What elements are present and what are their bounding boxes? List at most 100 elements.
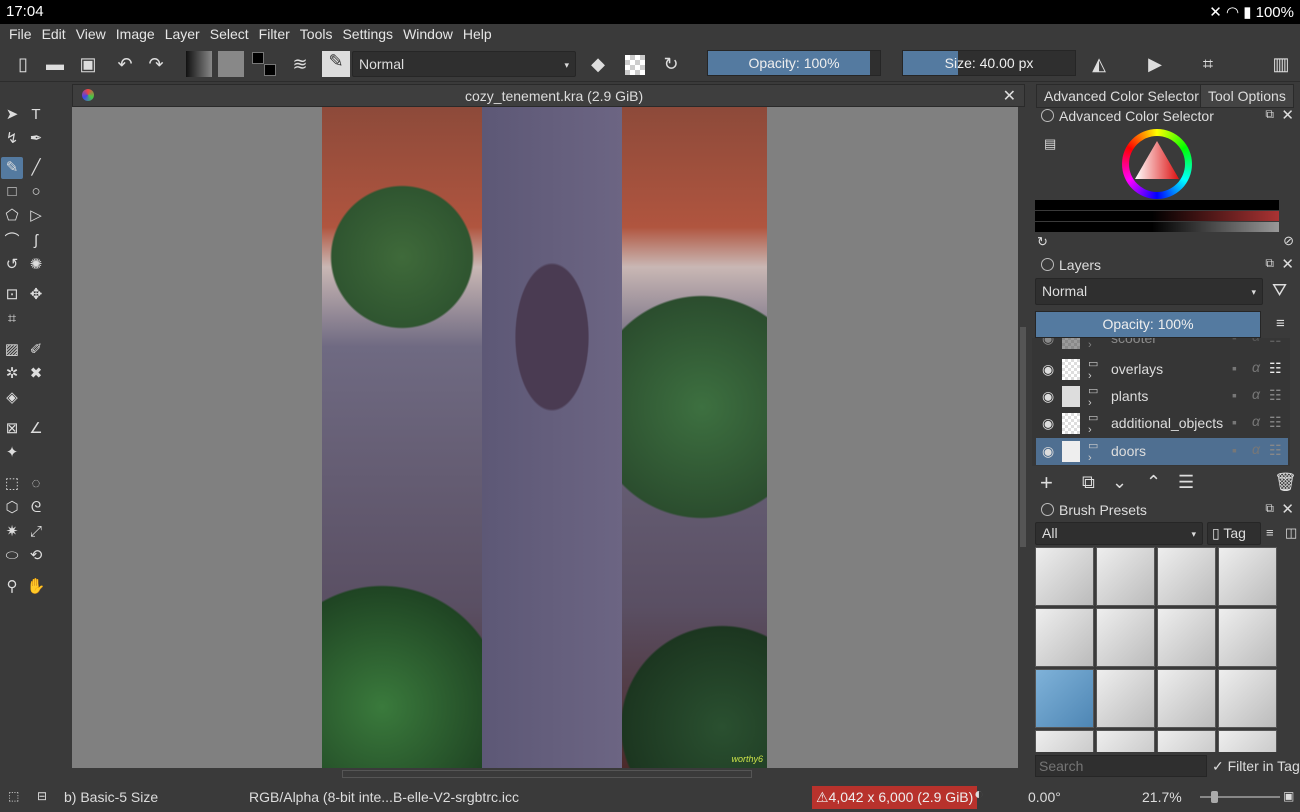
float-icon[interactable]: ⧉ xyxy=(1265,256,1274,271)
background-color[interactable] xyxy=(264,64,276,76)
brush-preset-selected[interactable] xyxy=(1035,669,1094,728)
text-tool-icon[interactable]: T xyxy=(25,104,47,126)
brush-preset-button[interactable]: ✎ xyxy=(322,51,350,77)
tab-advanced-color-selector[interactable]: Advanced Color Selector xyxy=(1036,84,1207,108)
brush-preset[interactable] xyxy=(1035,547,1094,606)
close-document-icon[interactable]: ✕ xyxy=(1003,86,1016,106)
brush-preset[interactable] xyxy=(1218,730,1277,752)
brush-search-input[interactable] xyxy=(1035,755,1207,777)
filter-icon[interactable]: ⛛ xyxy=(1272,280,1287,301)
pan-tool-icon[interactable]: ✋ xyxy=(25,576,47,598)
menu-filter[interactable]: Filter xyxy=(254,24,295,46)
ellipse-select-icon[interactable]: ◌ xyxy=(25,473,47,495)
refresh-icon[interactable]: ↻ xyxy=(1037,234,1048,250)
rotation-dial-icon[interactable]: ◐ xyxy=(974,786,984,804)
pattern-selector[interactable] xyxy=(218,51,244,77)
polygon-select-icon[interactable]: ⬡ xyxy=(1,497,23,519)
ellipse-tool-icon[interactable]: ○ xyxy=(25,181,47,203)
wrap-icon[interactable]: ⊟ xyxy=(37,789,47,803)
brush-settings-icon[interactable]: ≋ xyxy=(289,53,311,75)
menu-help[interactable]: Help xyxy=(458,24,497,46)
brush-preset[interactable] xyxy=(1218,608,1277,667)
menu-select[interactable]: Select xyxy=(205,24,254,46)
layer-row[interactable]: ◉ ▭ › doors ▪ α ☷ xyxy=(1036,438,1288,465)
foreground-color[interactable] xyxy=(252,52,264,64)
eye-icon[interactable]: ◉ xyxy=(1042,388,1054,405)
contiguous-select-icon[interactable]: ✷ xyxy=(1,521,23,543)
color-bar[interactable] xyxy=(1035,211,1279,221)
reload-preset-icon[interactable]: ↻ xyxy=(660,53,682,75)
brush-preset[interactable] xyxy=(1157,547,1216,606)
layer-properties-icon[interactable]: ☰ xyxy=(1178,472,1194,493)
size-slider[interactable]: Size: 40.00 px xyxy=(902,50,1076,76)
canvas-area[interactable]: worthy6 xyxy=(72,107,1018,768)
alpha-icon[interactable]: α xyxy=(1252,413,1260,429)
eye-icon[interactable]: ◉ xyxy=(1042,415,1054,432)
settings-icon[interactable]: ▤ xyxy=(1044,136,1056,152)
lock-icon[interactable]: ▪ xyxy=(1232,360,1237,376)
fill-tool-icon[interactable]: ◈ xyxy=(1,387,23,409)
brush-preset[interactable] xyxy=(1035,730,1094,752)
assistant-tool-icon[interactable]: ✖ xyxy=(25,363,47,385)
freehand-brush-icon[interactable]: ✎ xyxy=(1,157,23,179)
multibrush-icon[interactable]: ✺ xyxy=(25,254,47,276)
magnetic-select-icon[interactable]: ⟲ xyxy=(25,545,47,567)
similar-select-icon[interactable]: ⤢ xyxy=(25,521,47,543)
gradient-tool-icon[interactable]: ▨ xyxy=(1,339,23,361)
measure-tool-icon[interactable]: ∠ xyxy=(25,418,47,440)
fit-page-icon[interactable]: ▣ xyxy=(1283,789,1294,803)
menu-icon[interactable]: ≡ xyxy=(1276,315,1285,332)
tab-tool-options[interactable]: Tool Options xyxy=(1200,84,1294,108)
freehand-select-icon[interactable]: ᘓ xyxy=(25,497,47,519)
lock-icon[interactable]: ▪ xyxy=(1232,442,1237,458)
menu-icon[interactable]: ≡ xyxy=(1266,525,1274,540)
delete-layer-icon[interactable]: 🗑 xyxy=(1274,472,1297,493)
lock-icon[interactable] xyxy=(1041,109,1054,122)
color-wheel[interactable] xyxy=(1122,129,1192,199)
tag-button[interactable]: ▯ Tag xyxy=(1207,522,1261,545)
float-icon[interactable]: ⧉ xyxy=(1265,501,1274,516)
transform-tool-icon[interactable]: ⊡ xyxy=(1,284,23,306)
menu-tools[interactable]: Tools xyxy=(295,24,338,46)
layer-row[interactable]: ◉ ▭ › additional_objects ▪ α ☷ xyxy=(1036,410,1288,437)
brush-preset[interactable] xyxy=(1218,669,1277,728)
crop-tool-icon[interactable]: ⌗ xyxy=(1,308,23,330)
layer-row[interactable]: ◉▭›scooter▪α☷ xyxy=(1036,338,1288,352)
bezier-select-icon[interactable]: ⬭ xyxy=(1,545,23,567)
vertical-scrollbar[interactable] xyxy=(1018,107,1028,768)
zoom-slider[interactable] xyxy=(1200,791,1280,803)
zoom-tool-icon[interactable]: ⚲ xyxy=(1,576,23,598)
move-tool-icon[interactable]: ✥ xyxy=(25,284,47,306)
line-tool-icon[interactable]: ╱ xyxy=(25,157,47,179)
gradient-selector[interactable] xyxy=(186,51,212,77)
calligraphy-icon[interactable]: ✒ xyxy=(25,128,47,150)
duplicate-layer-icon[interactable]: ⧉ xyxy=(1082,472,1095,493)
add-layer-icon[interactable]: + xyxy=(1040,470,1053,496)
alpha-icon[interactable]: α xyxy=(1252,359,1260,375)
inherit-alpha-icon[interactable]: ☷ xyxy=(1269,360,1282,377)
menu-layer[interactable]: Layer xyxy=(160,24,205,46)
alpha-icon[interactable]: α xyxy=(1252,338,1260,344)
eraser-icon[interactable]: ◆ xyxy=(587,53,609,75)
menu-file[interactable]: File xyxy=(4,24,37,46)
layer-blend-mode-dropdown[interactable]: Normal ▾ xyxy=(1035,278,1263,305)
lock-icon[interactable]: ▪ xyxy=(1232,387,1237,403)
brush-preset[interactable] xyxy=(1096,669,1155,728)
inherit-alpha-icon[interactable]: ☷ xyxy=(1269,414,1282,431)
rectangle-tool-icon[interactable]: □ xyxy=(1,181,23,203)
alpha-icon[interactable]: α xyxy=(1252,441,1260,457)
clear-icon[interactable]: ⊘ xyxy=(1283,233,1294,249)
layer-row[interactable]: ◉ ▭ › plants ▪ α ☷ xyxy=(1036,383,1288,410)
eye-icon[interactable]: ◉ xyxy=(1042,361,1054,378)
selection-icon[interactable]: ⬚ xyxy=(8,789,19,803)
close-icon[interactable]: ✕ xyxy=(1281,255,1294,273)
mirror-vertical-icon[interactable]: ▶ xyxy=(1144,53,1166,75)
save-icon[interactable]: ▣ xyxy=(77,53,99,75)
menu-window[interactable]: Window xyxy=(398,24,458,46)
brush-preset[interactable] xyxy=(1218,547,1277,606)
assistant-tool-icon[interactable]: ⊠ xyxy=(1,418,23,440)
layer-opacity-slider[interactable]: Opacity: 100% xyxy=(1035,311,1261,338)
float-icon[interactable]: ⧉ xyxy=(1265,107,1274,122)
eye-icon[interactable]: ◉ xyxy=(1042,443,1054,460)
brush-preset[interactable] xyxy=(1157,608,1216,667)
